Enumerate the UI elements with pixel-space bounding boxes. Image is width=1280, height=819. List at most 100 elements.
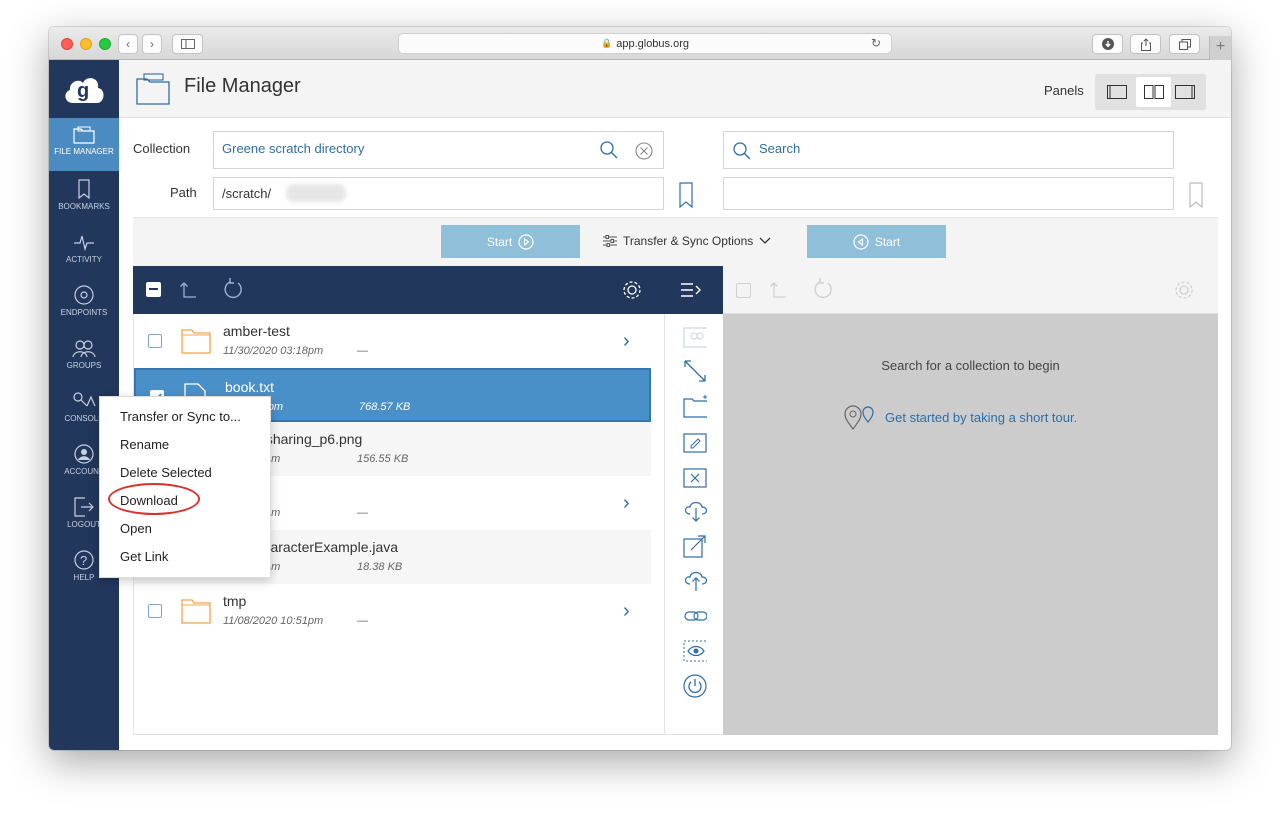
refresh-icon [814, 278, 832, 298]
download-cloud-icon[interactable] [683, 499, 707, 523]
up-folder-icon [770, 282, 786, 298]
select-all-checkbox-disabled [736, 283, 751, 298]
reload-icon[interactable]: ↻ [871, 36, 881, 50]
share-icon [1140, 37, 1151, 51]
menu-item-get-link[interactable]: Get Link [120, 549, 168, 564]
transfer-options-label: Transfer & Sync Options [623, 234, 754, 248]
zoom-window-button[interactable] [99, 38, 111, 50]
account-icon [74, 444, 94, 464]
path-label: Path [170, 185, 197, 200]
address-bar[interactable]: 🔒 app.globus.org ↻ [398, 33, 892, 54]
new-tab-button[interactable]: + [1209, 36, 1231, 60]
path-value: /scratch/ [222, 186, 272, 201]
open-external-icon[interactable] [683, 534, 707, 558]
path-field[interactable]: /scratch/ [213, 177, 664, 210]
folder-icon [73, 126, 95, 144]
power-icon[interactable] [683, 674, 707, 698]
nav-groups[interactable]: GROUPS [49, 330, 119, 383]
new-folder-icon[interactable] [683, 394, 707, 418]
nav-label: ENDPOINTS [60, 308, 108, 317]
nav-bookmarks[interactable]: BOOKMARKS [49, 171, 119, 224]
clear-icon[interactable] [635, 142, 653, 160]
menu-item-transfer[interactable]: Transfer or Sync to... [120, 409, 241, 424]
right-panel-icon [1174, 85, 1195, 99]
right-panel-button[interactable] [1167, 77, 1202, 107]
rename-icon[interactable] [683, 429, 707, 453]
nav-endpoints[interactable]: ENDPOINTS [49, 277, 119, 330]
panels-selector [1095, 74, 1206, 110]
file-name: book.txt [225, 379, 275, 395]
panels-label: Panels [1044, 83, 1084, 98]
transfer-bar: Start Transfer & Sync Options Start [133, 217, 1218, 266]
nav-label: LOGOUT [67, 520, 101, 529]
chevron-right-icon[interactable]: › [623, 492, 630, 515]
refresh-icon[interactable] [223, 278, 243, 300]
tabs-icon [1178, 38, 1191, 50]
nav-activity[interactable]: ACTIVITY [49, 224, 119, 277]
file-size: — [357, 345, 368, 357]
back-button[interactable]: ‹ [118, 34, 138, 54]
download-icon [1101, 38, 1114, 50]
nav-label: HELP [73, 573, 95, 582]
context-menu: Transfer or Sync to... Rename Delete Sel… [99, 396, 271, 578]
bookmark-path-icon[interactable] [1189, 182, 1203, 208]
file-row[interactable]: amber-test 11/30/2020 03:18pm — › [134, 314, 651, 368]
file-size: 768.57 KB [359, 401, 411, 413]
groups-icon [72, 340, 96, 358]
link-icon[interactable] [683, 604, 707, 628]
right-collection-search[interactable]: Search [723, 131, 1174, 169]
show-hidden-icon[interactable] [683, 639, 707, 663]
forward-button[interactable]: › [142, 34, 162, 54]
delete-icon[interactable] [683, 464, 707, 488]
console-icon [73, 392, 96, 407]
gear-icon[interactable] [621, 279, 643, 301]
file-name: amber-test [223, 323, 290, 339]
share-collection-icon[interactable] [683, 324, 707, 348]
tour-link-text[interactable]: Get started by taking a short tour. [885, 410, 1077, 425]
browser-window: ‹ › 🔒 app.globus.org ↻ + g FILE MANAGER … [49, 27, 1231, 750]
minimize-window-button[interactable] [80, 38, 92, 50]
single-panel-button[interactable] [1099, 77, 1134, 107]
nav-file-manager[interactable]: FILE MANAGER [49, 118, 119, 171]
panel-menu-icon[interactable] [680, 282, 702, 298]
transfer-options-toggle[interactable]: Transfer & Sync Options [603, 234, 771, 248]
tour-link[interactable]: Get started by taking a short tour. [843, 404, 1077, 430]
downloads-button[interactable] [1092, 34, 1123, 54]
globus-logo-icon: g [65, 78, 104, 103]
select-all-checkbox[interactable] [146, 282, 161, 297]
tabs-button[interactable] [1169, 34, 1200, 54]
search-icon [733, 142, 751, 160]
menu-item-delete[interactable]: Delete Selected [120, 465, 212, 480]
start-transfer-left-button[interactable]: Start [807, 225, 946, 258]
bookmark-path-icon[interactable] [679, 182, 693, 208]
bookmark-icon [78, 179, 90, 199]
search-icon[interactable] [600, 141, 618, 159]
page-header: File Manager Panels [119, 60, 1231, 118]
row-checkbox[interactable] [148, 604, 162, 618]
close-window-button[interactable] [61, 38, 73, 50]
file-size: 18.38 KB [357, 561, 403, 573]
arrow-diagonal-icon[interactable] [683, 359, 707, 383]
file-row[interactable]: tmp 11/08/2020 10:51pm — › [134, 584, 651, 638]
collection-field[interactable]: Greene scratch directory [213, 131, 664, 169]
dual-panel-button[interactable] [1136, 77, 1171, 107]
single-panel-icon [1106, 85, 1127, 99]
menu-item-rename[interactable]: Rename [120, 437, 169, 452]
share-button[interactable] [1130, 34, 1161, 54]
menu-item-open[interactable]: Open [120, 521, 152, 536]
sidebar-toggle-button[interactable] [172, 34, 203, 54]
folder-icon [181, 329, 211, 354]
nav-label: CONSOLE [64, 414, 104, 423]
right-path-field[interactable] [723, 177, 1174, 210]
svg-text:g: g [77, 80, 89, 102]
lock-icon: 🔒 [601, 38, 613, 48]
sliders-icon [603, 235, 617, 247]
globus-logo[interactable]: g [49, 60, 119, 118]
chevron-right-icon[interactable]: › [623, 600, 630, 623]
chevron-right-icon[interactable]: › [623, 330, 630, 353]
start-label: Start [486, 234, 513, 249]
up-folder-icon[interactable] [179, 281, 197, 299]
upload-cloud-icon[interactable] [683, 569, 707, 593]
row-checkbox[interactable] [148, 334, 162, 348]
start-transfer-right-button[interactable]: Start [441, 225, 580, 258]
